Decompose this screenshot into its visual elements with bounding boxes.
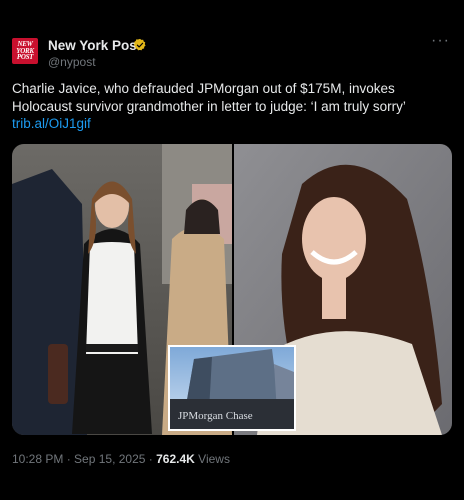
post-link[interactable]: trib.al/OiJ1gif	[12, 116, 91, 131]
inset-building-photo: JPMorgan Chase	[168, 345, 296, 431]
meta-separator-2: ·	[145, 452, 157, 466]
views-count: 762.4K	[156, 452, 195, 466]
inset-sign-text: JPMorgan Chase	[178, 410, 253, 422]
more-options-icon[interactable]: ···	[431, 32, 450, 50]
post-date[interactable]: Sep 15, 2025	[74, 452, 145, 466]
media-photo-collage: JPMorgan Chase	[12, 144, 452, 435]
account-name[interactable]: New York Post	[48, 38, 141, 53]
post-media[interactable]: JPMorgan Chase	[12, 144, 452, 435]
post-text-line-1: Charlie Javice, who defrauded JPMorgan o…	[12, 81, 395, 96]
post-text-line-2: Holocaust survivor grandmother in letter…	[12, 98, 406, 114]
views-label: Views	[198, 452, 230, 466]
meta-separator: ·	[63, 452, 75, 466]
avatar-text-post: POST	[16, 53, 34, 62]
verified-badge-icon	[133, 38, 146, 51]
account-handle[interactable]: @nypost	[48, 55, 96, 69]
post-time[interactable]: 10:28 PM	[12, 452, 63, 466]
post-text: Charlie Javice, who defrauded JPMorgan o…	[12, 80, 452, 133]
tweet-card[interactable]: NEW YORK POST New York Post @nypost ··· …	[0, 0, 464, 500]
post-meta: 10:28 PM · Sep 15, 2025 · 762.4K Views	[12, 452, 230, 466]
avatar[interactable]: NEW YORK POST	[12, 38, 38, 64]
